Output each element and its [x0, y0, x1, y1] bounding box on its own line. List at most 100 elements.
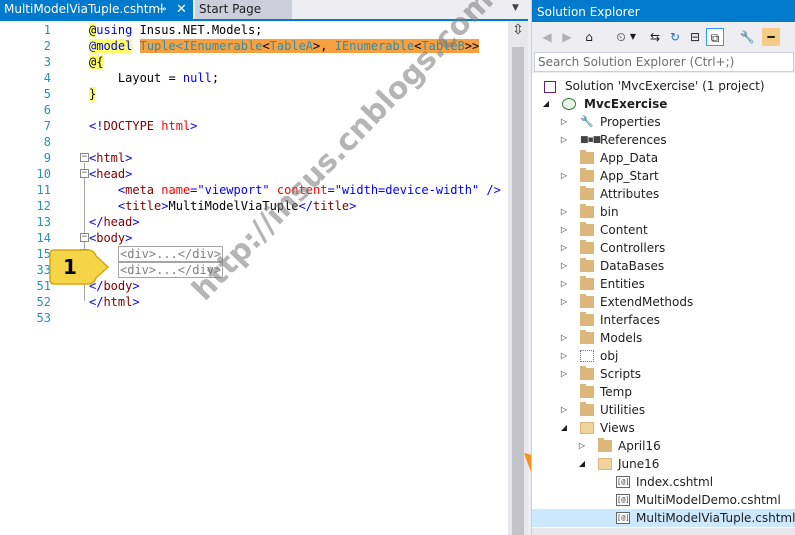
collapsed-triangle-icon[interactable]: ▷ [559, 257, 569, 275]
code-line-2: @model Tuple<IEnumerable<TableA>, IEnume… [89, 38, 480, 54]
tree-node-app-data[interactable]: App_Data [532, 149, 795, 167]
collapse-icon[interactable]: − [80, 233, 89, 242]
collapsed-triangle-icon[interactable]: ▷ [559, 113, 569, 131]
collapsed-triangle-icon[interactable]: ▷ [559, 203, 569, 221]
code-editor[interactable]: MultiModelViaTuple.cshtml ⊸ ✕ Start Page… [0, 0, 528, 535]
folder-icon [580, 402, 594, 416]
collapsed-triangle-icon[interactable]: ▷ [559, 275, 569, 293]
line-number: 13 [36, 215, 51, 229]
code-line-11: <meta name="viewport" content="width=dev… [89, 182, 501, 198]
search-solution-explorer-input[interactable]: Search Solution Explorer (Ctrl+;) [534, 52, 794, 72]
line-number: 6 [43, 103, 51, 117]
tree-node-index-cshtml[interactable]: [@] Index.cshtml [532, 473, 795, 491]
sync-icon[interactable]: ⇆ [646, 28, 664, 46]
collapsed-triangle-icon[interactable]: ▷ [559, 167, 569, 185]
folder-icon [580, 258, 594, 272]
tree-node-interfaces[interactable]: Interfaces [532, 311, 795, 329]
collapsed-triangle-icon[interactable]: ▷ [559, 239, 569, 257]
tab-multimodelviatuple[interactable]: MultiModelViaTuple.cshtml ⊸ ✕ [0, 0, 193, 19]
pin-icon[interactable]: ⊸ [158, 0, 166, 19]
tree-node-app-start[interactable]: ▷ App_Start [532, 167, 795, 185]
tab-start-page[interactable]: Start Page [194, 0, 292, 19]
tree-node-label: DataBases [600, 259, 665, 273]
collapsed-triangle-icon[interactable]: ▷ [559, 347, 569, 365]
panel-title: Solution Explorer [537, 5, 640, 19]
line-number: 33 [36, 263, 51, 277]
tree-node-solution[interactable]: Solution 'MvcExercise' (1 project) [532, 77, 795, 95]
tree-node-models[interactable]: ▷ Models [532, 329, 795, 347]
tree-node-april16[interactable]: ▷ April16 [532, 437, 795, 455]
tree-node-june16[interactable]: ◢ June16 [532, 455, 795, 473]
line-number: 10 [36, 167, 51, 181]
collapse-icon[interactable]: − [80, 169, 89, 178]
code-text: html [103, 295, 133, 309]
show-all-files-icon[interactable]: ⧉ [706, 28, 724, 46]
code-line-13: </head> [89, 214, 140, 230]
tree-node-properties[interactable]: ▷ 🔧 Properties [532, 113, 795, 131]
tab-dropdown-icon[interactable]: ▼ [512, 3, 519, 13]
forward-icon[interactable]: ▶ [558, 28, 576, 46]
collapse-all-icon[interactable]: ⊟ [686, 28, 704, 46]
tree-node-entities[interactable]: ▷ Entities [532, 275, 795, 293]
folder-icon [580, 276, 594, 290]
tree-node-views[interactable]: ◢ Views [532, 419, 795, 437]
type-name: IEnumerable [334, 39, 415, 53]
expanded-triangle-icon[interactable]: ◢ [577, 455, 587, 473]
tree-node-scripts[interactable]: ▷ Scripts [532, 365, 795, 383]
tree-node-content[interactable]: ▷ Content [532, 221, 795, 239]
tree-node-label: Interfaces [600, 313, 660, 327]
tree-node-temp[interactable]: Temp [532, 383, 795, 401]
chevron-down-icon[interactable]: ▼ [628, 28, 638, 46]
folder-icon [580, 366, 594, 380]
code-text: > [125, 167, 133, 181]
tree-node-bin[interactable]: ▷ bin [532, 203, 795, 221]
tree-node-project[interactable]: ◢ MvcExercise [532, 95, 795, 113]
collapsed-region[interactable]: <div>...</div> [118, 246, 224, 262]
keyword: @model [89, 39, 133, 53]
horizontal-scrollbar[interactable] [532, 528, 795, 535]
code-line-15[interactable]: <div>...</div> [118, 246, 224, 262]
code-text: html [161, 119, 191, 133]
keyword: using [96, 23, 133, 37]
back-icon[interactable]: ◀ [538, 28, 556, 46]
tree-node-obj[interactable]: ▷ obj [532, 347, 795, 365]
collapsed-triangle-icon[interactable]: ▷ [559, 365, 569, 383]
close-icon[interactable]: ✕ [176, 0, 187, 19]
tree-node-attributes[interactable]: Attributes [532, 185, 795, 203]
tree-node-multimodeldemo-cshtml[interactable]: [@] MultiModelDemo.cshtml [532, 491, 795, 509]
collapse-icon[interactable]: − [80, 153, 89, 162]
home-icon[interactable]: ⌂ [580, 28, 598, 46]
keyword: null [182, 71, 212, 85]
tree-node-databases[interactable]: ▷ DataBases [532, 257, 795, 275]
solution-icon [544, 81, 556, 93]
line-number: 2 [43, 39, 51, 53]
code-text: Layout = [89, 71, 183, 85]
code-area[interactable]: − − − + + @using Insus.NET.Models; @mode… [60, 21, 508, 535]
refresh-icon[interactable]: ↻ [666, 28, 684, 46]
type-name: TableB [421, 39, 465, 53]
collapsed-triangle-icon[interactable]: ▷ [559, 221, 569, 239]
code-text: <! [89, 119, 104, 133]
tree-node-extendmethods[interactable]: ▷ ExtendMethods [532, 293, 795, 311]
split-window-icon[interactable]: ⇳ [510, 23, 526, 39]
expanded-triangle-icon[interactable]: ◢ [559, 419, 569, 437]
collapsed-triangle-icon[interactable]: ▷ [577, 437, 587, 455]
tree-node-multimodelviatuple-cshtml[interactable]: [@] MultiModelViaTuple.cshtml [532, 509, 795, 527]
tree-node-label: Entities [600, 277, 645, 291]
solution-tree[interactable]: Solution 'MvcExercise' (1 project) ◢ Mvc… [532, 73, 795, 535]
tree-node-references[interactable]: ▷ ■▪■ References [532, 131, 795, 149]
collapsed-triangle-icon[interactable]: ▷ [559, 329, 569, 347]
search-placeholder: Search Solution Explorer (Ctrl+;) [538, 55, 735, 69]
collapsed-region[interactable]: <div>...</div> [118, 262, 224, 278]
preview-pin-icon[interactable]: ━ [762, 28, 780, 46]
expanded-triangle-icon[interactable]: ◢ [541, 95, 551, 113]
tree-node-utilities[interactable]: ▷ Utilities [532, 401, 795, 419]
collapsed-triangle-icon[interactable]: ▷ [559, 131, 569, 149]
wrench-icon[interactable]: 🔧 [738, 28, 756, 46]
line-number: 52 [36, 295, 51, 309]
code-line-33[interactable]: <div>...</div> [118, 262, 224, 278]
tree-node-controllers[interactable]: ▷ Controllers [532, 239, 795, 257]
collapsed-triangle-icon[interactable]: ▷ [559, 293, 569, 311]
line-number: 5 [43, 87, 51, 101]
collapsed-triangle-icon[interactable]: ▷ [559, 401, 569, 419]
